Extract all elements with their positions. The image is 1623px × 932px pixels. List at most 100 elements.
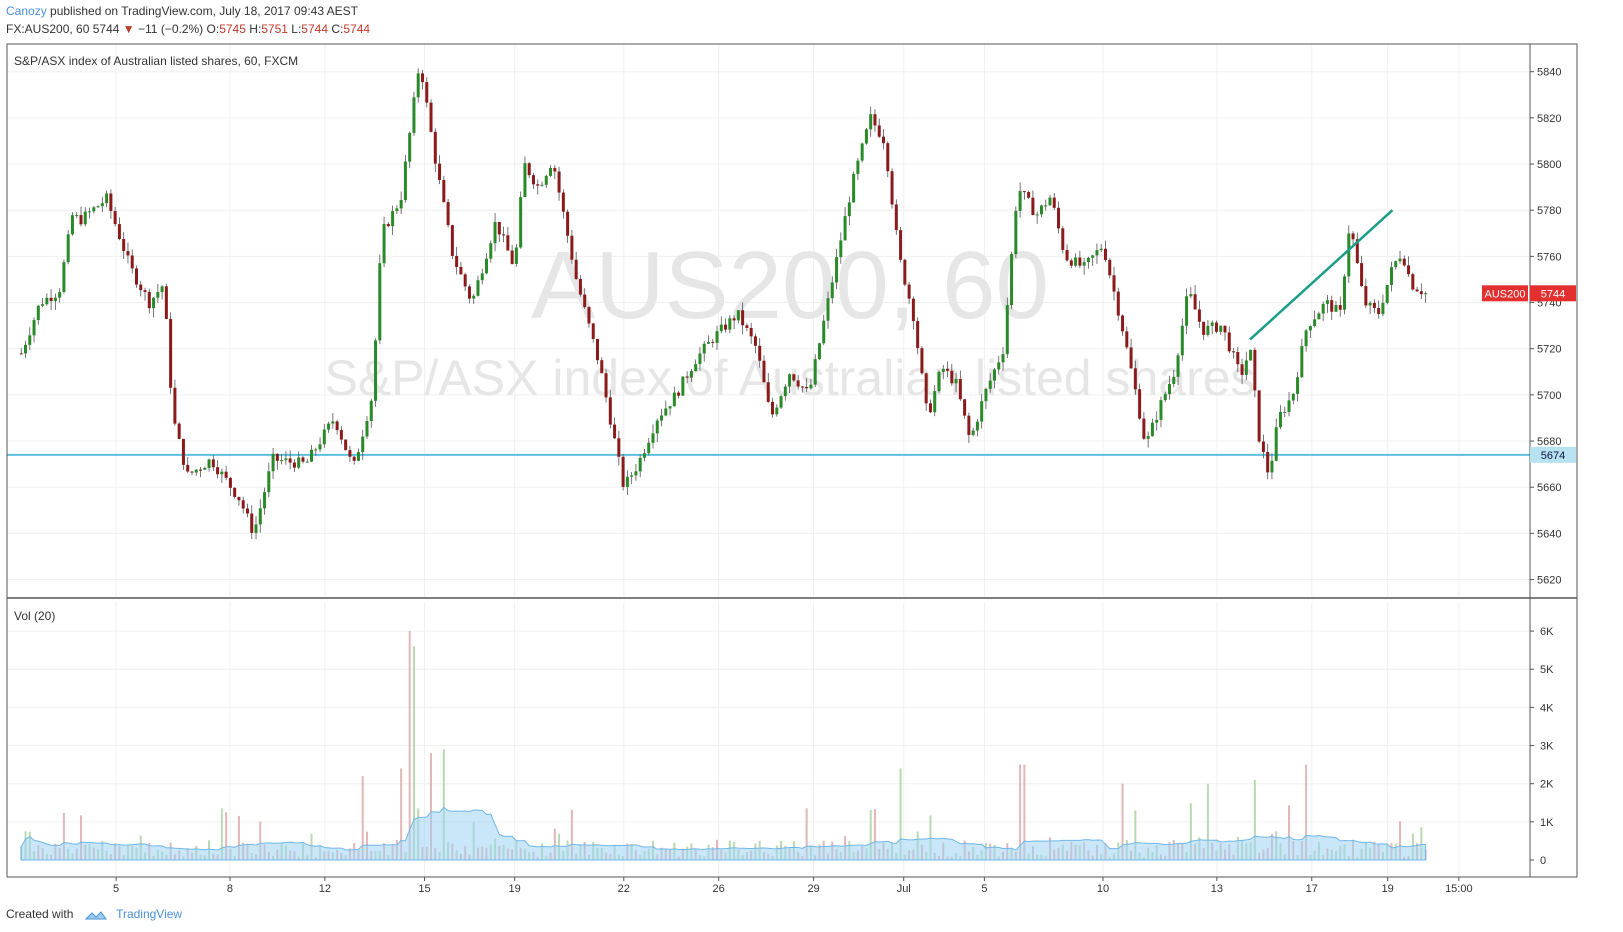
candle-body [514,247,518,264]
candle-body [1138,389,1142,419]
candle-body [378,263,382,341]
candle-body [1018,191,1022,211]
trendline-segment [1249,209,1394,341]
candle-body [946,368,950,371]
price-axis[interactable]: 5840582058005780576057405720570056805660… [1530,67,1561,587]
time-tick-label: 17 [1306,883,1318,895]
candle-body [49,297,53,302]
candle-body [890,171,894,205]
candle-body [1129,347,1133,369]
pane-frames [6,43,1578,878]
candle-body [783,386,787,397]
candle-body [1219,325,1223,332]
candle-body [672,392,676,407]
candle-body [386,224,390,227]
candle-body [79,215,83,225]
candle-body [1407,265,1411,275]
price-tick-label: 5820 [1537,113,1561,125]
candle-body [664,408,668,416]
candle-body [237,496,241,501]
tradingview-link[interactable]: TradingView [116,907,182,921]
candle-body [1065,249,1069,261]
candle-body [1368,302,1372,306]
candle-body [1150,422,1154,437]
candle-body [1014,210,1018,255]
candle-body [420,73,424,83]
candle-body [864,129,868,144]
candle-body [275,453,279,461]
time-tick-label: 19 [1382,883,1394,895]
candle-body [877,125,881,137]
candle-body [753,336,757,346]
candle-body [1121,315,1125,332]
candle-body [1185,296,1189,326]
candle-body [796,380,800,387]
candle-body [531,175,535,185]
volume-tick-label: 5K [1540,664,1554,676]
candle-body [1163,393,1167,401]
candle-body [1377,307,1381,315]
candle-body [625,476,629,487]
candle-body [28,335,32,345]
candle-body [728,318,732,330]
candle-body [143,290,147,292]
candle-body [169,318,173,388]
watermark-symbol: AUS200, 60 [531,232,1049,339]
candle-body [1398,258,1402,262]
candle-body [331,421,335,424]
candle-body [621,456,625,487]
candle-body [1180,325,1184,356]
chart-canvas[interactable]: AUS200, 60 S&P/ASX index of Australian l… [0,0,1623,932]
candle-body [549,167,553,176]
trendline[interactable] [1249,209,1394,341]
chart-title: S&P/ASX index of Australian listed share… [14,54,298,68]
candle-body [489,243,493,259]
candle-body [758,345,762,361]
candle-body [1176,355,1180,377]
candle-body [24,344,28,354]
candle-body [1210,322,1214,326]
candle-body [327,423,331,430]
time-axis[interactable]: 5 8 12 15 19 22 26 29 Jul 5 10 13 17 19 15:00 [113,877,1473,895]
candle-body [160,286,164,293]
volume-tick-label: 0 [1540,855,1546,867]
volume-bar [408,631,411,860]
candle-body [638,457,642,472]
candle-body [41,304,45,306]
candle-body [719,324,723,332]
candle-body [58,291,62,298]
candle-body [233,487,237,497]
candle-body [164,286,168,319]
candle-body [980,401,984,422]
candle-body [617,438,621,457]
candle-body [732,318,736,321]
candle-body [706,341,710,344]
candle-body [134,268,138,285]
candle-body [382,224,386,264]
candle-body [53,297,57,302]
candle-body [843,216,847,241]
volume-tick-label: 2K [1540,779,1554,791]
candle-body [698,353,702,365]
candle-body [1274,427,1278,461]
candle-body [258,508,262,525]
candle-body [438,163,442,180]
candle-body [1022,191,1026,193]
candle-body [835,257,839,283]
candle-body [391,211,395,227]
candle-body [113,211,117,225]
time-tick-label: 10 [1097,883,1109,895]
price-tick-label: 5720 [1537,344,1561,356]
candle-body [194,469,198,473]
candle-body [1372,302,1376,308]
time-tick-label: 5 [113,883,119,895]
candle-body [344,439,348,451]
candle-body [587,307,591,324]
volume-tick-label: 1K [1540,817,1554,829]
candle-body [105,193,109,204]
time-tick-label: 19 [509,883,521,895]
candle-body [1172,376,1176,384]
candle-body [271,453,275,472]
candle-body [70,215,74,235]
candle-body [920,348,924,374]
